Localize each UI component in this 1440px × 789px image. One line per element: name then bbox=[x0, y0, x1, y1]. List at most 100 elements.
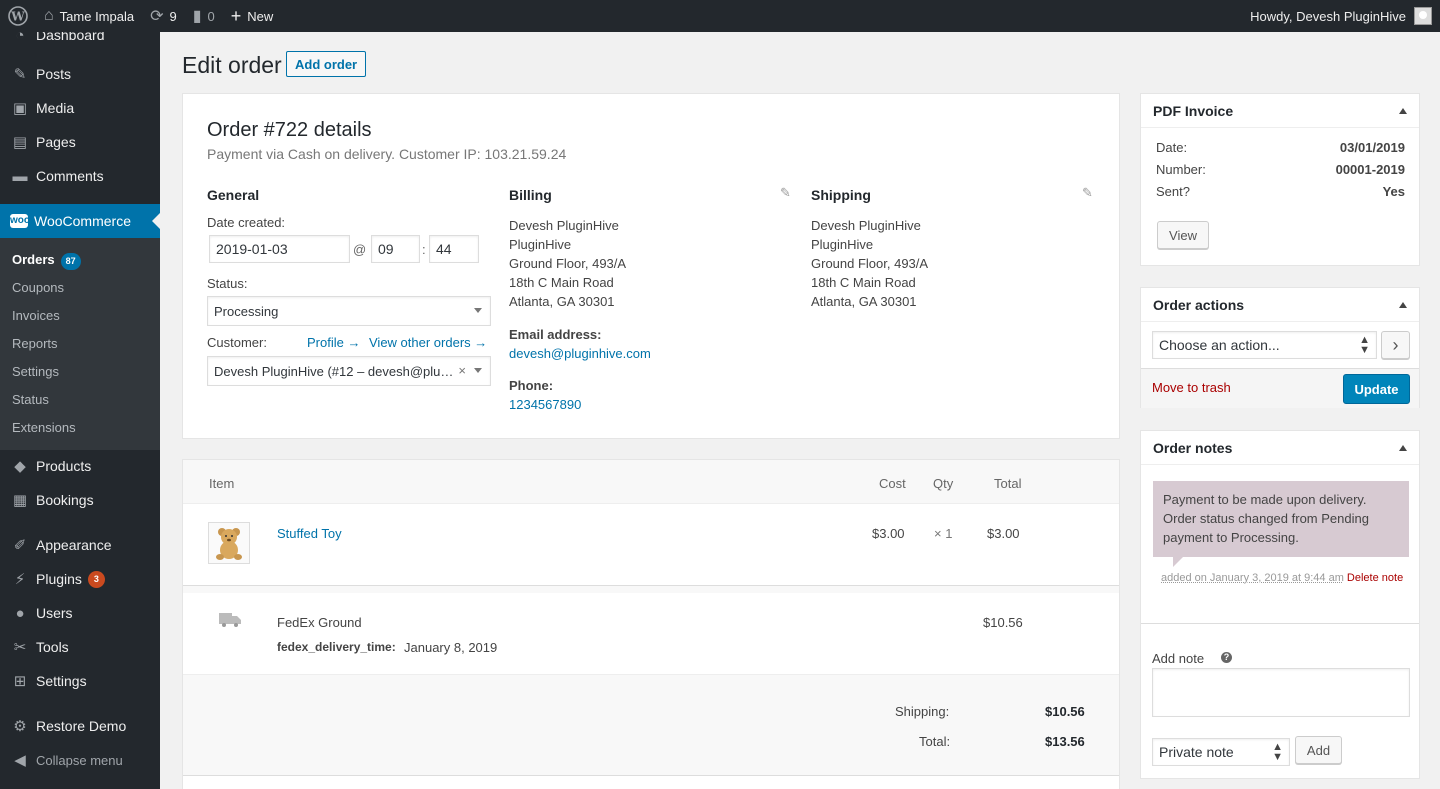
refresh-icon: ⟳ bbox=[150, 8, 164, 25]
site-name-label: Tame Impala bbox=[59, 8, 135, 24]
sidebar-item-coupons[interactable]: Coupons bbox=[12, 280, 64, 295]
sidebar-item-extensions[interactable]: Extensions bbox=[12, 420, 76, 435]
clear-icon[interactable]: × bbox=[458, 363, 466, 378]
sidebar-item-plugins[interactable]: ⚡ Plugins 3 bbox=[0, 562, 160, 596]
order-actions-header[interactable]: Order actions bbox=[1141, 288, 1419, 322]
order-notes-header[interactable]: Order notes bbox=[1141, 431, 1419, 465]
customer-select[interactable]: Devesh PluginHive (#12 – devesh@plu… × bbox=[207, 356, 491, 386]
chevron-down-icon bbox=[474, 368, 482, 373]
pdf-invoice-header[interactable]: PDF Invoice bbox=[1141, 94, 1419, 128]
notes-divider bbox=[1141, 623, 1419, 624]
paintbrush-icon: ✐ bbox=[13, 537, 27, 554]
chevron-down-icon bbox=[474, 308, 482, 313]
wordpress-logo-icon[interactable]: W bbox=[0, 0, 36, 32]
site-name-link[interactable]: ⌂ Tame Impala bbox=[36, 0, 142, 32]
order-notes-box: Order notes Payment to be made upon deli… bbox=[1140, 430, 1420, 779]
woocommerce-icon: woo bbox=[10, 214, 30, 228]
add-order-button[interactable]: Add order bbox=[286, 51, 367, 77]
sidebar-item-bookings[interactable]: ▦ Bookings bbox=[0, 483, 160, 517]
gear-icon: ⚙ bbox=[13, 718, 27, 735]
sidebar-item-comments[interactable]: ▬ Comments bbox=[0, 159, 160, 193]
collapse-triangle-icon[interactable] bbox=[1399, 302, 1407, 308]
edit-billing-pencil-icon[interactable]: ✎ bbox=[780, 185, 791, 201]
sidebar-item-appearance[interactable]: ✐ Appearance bbox=[0, 528, 160, 562]
sidebar-item-reports[interactable]: Reports bbox=[12, 336, 58, 351]
status-select[interactable]: Processing bbox=[207, 296, 491, 326]
collapse-triangle-icon[interactable] bbox=[1399, 108, 1407, 114]
order-details-panel: Order #722 details Payment via Cash on d… bbox=[182, 93, 1120, 439]
media-icon: ▣ bbox=[12, 100, 28, 117]
sidebar-item-restore-demo[interactable]: ⚙ Restore Demo bbox=[0, 709, 160, 743]
phone-link[interactable]: 1234567890 bbox=[509, 397, 581, 412]
collapse-menu-button[interactable]: ◀ Collapse menu bbox=[0, 743, 160, 777]
sidebar-item-status[interactable]: Status bbox=[12, 392, 49, 407]
item-cost: $3.00 bbox=[872, 526, 905, 541]
plugins-count-badge: 3 bbox=[87, 570, 105, 588]
note-meta: added on January 3, 2019 at 9:44 am Dele… bbox=[1161, 570, 1411, 586]
view-other-orders-link[interactable]: View other orders → bbox=[369, 335, 487, 350]
item-qty: × 1 bbox=[934, 526, 953, 541]
move-to-trash-link[interactable]: Move to trash bbox=[1152, 380, 1231, 395]
new-content-link[interactable]: + New bbox=[223, 0, 282, 32]
pushpin-icon: ✎ bbox=[13, 66, 27, 83]
orders-count-badge: 87 bbox=[60, 253, 81, 270]
add-note-label: Add note bbox=[1152, 651, 1205, 666]
products-icon: ◆ bbox=[14, 458, 26, 475]
account-menu[interactable]: Howdy, Devesh PluginHive bbox=[1250, 7, 1440, 25]
delete-note-link[interactable]: Delete note bbox=[1347, 572, 1403, 584]
add-note-button[interactable]: Add bbox=[1295, 736, 1342, 764]
item-thumbnail[interactable] bbox=[208, 522, 250, 564]
add-note-textarea[interactable] bbox=[1152, 668, 1410, 717]
comment-icon: ▬ bbox=[12, 167, 28, 185]
note-type-select[interactable]: Private note ▲ ▼ bbox=[1152, 738, 1290, 766]
sidebar-item-tools[interactable]: ✂ Tools bbox=[0, 630, 160, 664]
note-timestamp: added on January 3, 2019 at 9:44 am bbox=[1161, 572, 1344, 584]
sidebar-item-woocommerce[interactable]: woo WooCommerce bbox=[0, 204, 160, 238]
edit-shipping-pencil-icon[interactable]: ✎ bbox=[1082, 185, 1093, 201]
item-name-link[interactable]: Stuffed Toy bbox=[277, 526, 342, 541]
shipping-cost: $10.56 bbox=[983, 615, 1023, 630]
totals-area bbox=[183, 674, 1119, 776]
sidebar-item-dashboard[interactable]: ◔ Dashboard bbox=[0, 32, 160, 52]
invoice-date-label: Date: bbox=[1156, 140, 1188, 155]
sidebar-item-pages[interactable]: ▤ Pages bbox=[0, 125, 160, 159]
svg-text:W: W bbox=[10, 10, 25, 24]
updates-count: 9 bbox=[169, 8, 177, 24]
order-heading: Order #722 details bbox=[207, 119, 372, 141]
sidebar-item-orders[interactable]: Orders 87 bbox=[12, 252, 81, 270]
apply-action-button[interactable]: › bbox=[1381, 331, 1410, 359]
status-value: Processing bbox=[214, 303, 279, 319]
item-total: $3.00 bbox=[987, 526, 1020, 541]
sidebar-item-wc-settings[interactable]: Settings bbox=[12, 364, 59, 379]
help-icon[interactable]: ? bbox=[1221, 652, 1232, 663]
order-action-select[interactable]: Choose an action... ▲ ▼ bbox=[1152, 331, 1377, 359]
admin-bar: W ⌂ Tame Impala ⟳ 9 ▮ 0 + New Howdy, Dev… bbox=[0, 0, 1440, 32]
sidebar-item-media[interactable]: ▣ Media bbox=[0, 91, 160, 125]
shipping-meta-key: fedex_delivery_time: bbox=[277, 640, 396, 654]
sidebar-item-settings[interactable]: ⊞ Settings bbox=[0, 664, 160, 698]
comments-link[interactable]: ▮ 0 bbox=[185, 0, 223, 32]
shipping-method: FedEx Ground bbox=[277, 615, 362, 630]
view-invoice-button[interactable]: View bbox=[1157, 221, 1209, 249]
updates-link[interactable]: ⟳ 9 bbox=[142, 0, 185, 32]
sidebar-item-invoices[interactable]: Invoices bbox=[12, 308, 60, 323]
at-separator: @ bbox=[353, 242, 367, 257]
minute-input[interactable]: 44 bbox=[429, 235, 479, 263]
date-created-input[interactable]: 2019-01-03 bbox=[209, 235, 350, 263]
order-total-value: $13.56 bbox=[1045, 734, 1085, 749]
order-actions-box: Order actions Choose an action... ▲ ▼ › M… bbox=[1140, 287, 1420, 408]
sidebar-item-products[interactable]: ◆ Products bbox=[0, 449, 160, 483]
collapse-triangle-icon[interactable] bbox=[1399, 445, 1407, 451]
email-link[interactable]: devesh@pluginhive.com bbox=[509, 346, 651, 361]
profile-link[interactable]: Profile → bbox=[307, 335, 360, 350]
order-items-panel: Item Cost Qty Total Stuffed Toy $3.00 × … bbox=[182, 459, 1120, 789]
page-title: Edit order bbox=[182, 52, 282, 78]
select-updown-icon: ▲ ▼ bbox=[1272, 741, 1283, 763]
sidebar-item-users[interactable]: ● Users bbox=[0, 596, 160, 630]
sidebar-item-posts[interactable]: ✎ Posts bbox=[0, 57, 160, 91]
cost-column-header: Cost bbox=[879, 476, 906, 491]
plugin-icon: ⚡ bbox=[14, 571, 26, 588]
calendar-icon: ▦ bbox=[12, 492, 28, 509]
update-button[interactable]: Update bbox=[1343, 374, 1410, 404]
hour-input[interactable]: 09 bbox=[371, 235, 420, 263]
